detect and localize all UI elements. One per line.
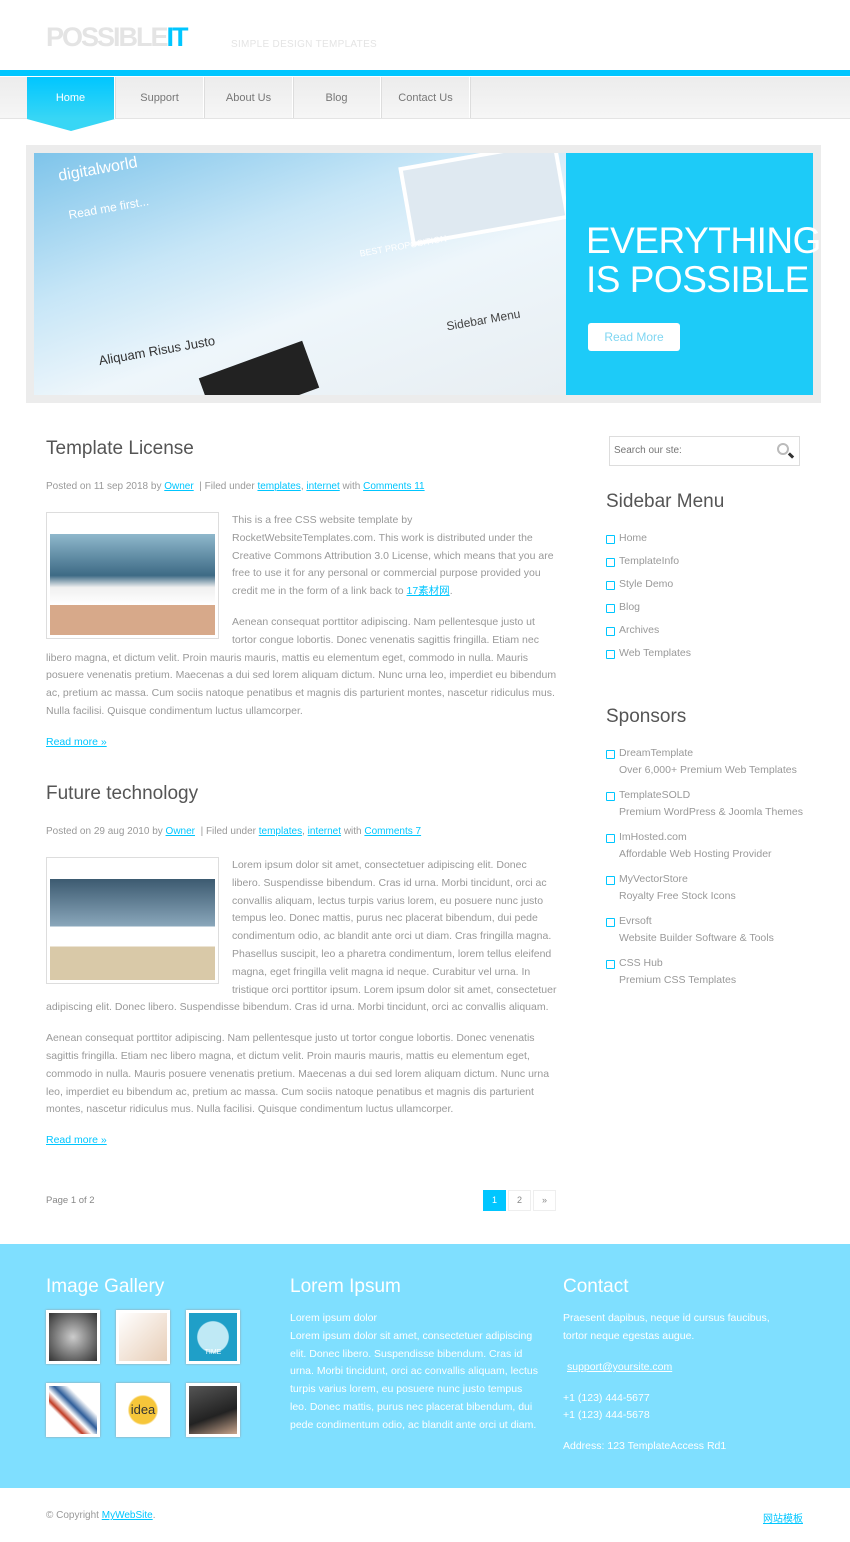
hero-read-more-button[interactable]: Read More — [588, 323, 680, 351]
post-meta: Posted on 29 aug 2010 by Owner | Filed u… — [46, 826, 422, 837]
gallery-title: Image Gallery — [46, 1276, 165, 1297]
sponsor-item[interactable]: ImHosted.com Affordable Web Hosting Provi… — [606, 831, 803, 860]
nav-support[interactable]: Support — [116, 77, 204, 118]
phone-1: +1 (123) 444-5677 — [563, 1392, 650, 1404]
comments-link[interactable]: Comments 7 — [364, 826, 421, 837]
sponsor-item[interactable]: CSS Hub Premium CSS Templates — [606, 957, 803, 986]
post-body: This is a free CSS website template by R… — [46, 512, 557, 717]
sponsors-title: Sponsors — [606, 706, 687, 727]
nav-contact-us[interactable]: Contact Us — [382, 77, 470, 118]
sidebar-item-style-demo[interactable]: Style Demo — [606, 578, 691, 590]
copyright: © Copyright MyWebSite. — [46, 1510, 156, 1521]
sponsor-item[interactable]: DreamTemplate Over 6,000+ Premium Web Tem… — [606, 747, 803, 776]
read-more-link[interactable]: Read more » — [46, 736, 107, 748]
post-thumbnail[interactable] — [46, 512, 219, 639]
sponsor-item[interactable]: Evrsoft Website Builder Software & Tools — [606, 915, 803, 944]
read-more-link[interactable]: Read more » — [46, 1134, 107, 1146]
sidebar-item-blog[interactable]: Blog — [606, 601, 691, 613]
footer: Image Gallery TIME idea Lorem Ipsum Lore… — [0, 1244, 850, 1488]
contact-title: Contact — [563, 1276, 629, 1297]
hero-banner: digitalworld Read me first... BEST PROPO… — [26, 145, 821, 403]
category-link[interactable]: templates — [257, 481, 300, 492]
tagline: SIMPLE DESIGN TEMPLATES — [231, 39, 378, 50]
templates-link[interactable]: 网站模板 — [763, 1510, 803, 1525]
hero-panel: EVERYTHING IS POSSIBLE Read More — [566, 153, 821, 395]
gallery-image[interactable]: TIME — [186, 1310, 240, 1364]
sidebar-item-home[interactable]: Home — [606, 532, 691, 544]
sponsor-item[interactable]: MyVectorStore Royalty Free Stock Icons — [606, 873, 803, 902]
gallery-image[interactable] — [116, 1310, 170, 1364]
search-box — [609, 436, 800, 466]
header-accent-bar — [0, 70, 850, 76]
site-link[interactable]: MyWebSite — [102, 1510, 153, 1521]
hero-title: EVERYTHING IS POSSIBLE — [586, 220, 821, 300]
sidebar-item-templateinfo[interactable]: TemplateInfo — [606, 555, 691, 567]
gallery-image[interactable] — [46, 1383, 100, 1437]
sidebar-item-archives[interactable]: Archives — [606, 624, 691, 636]
email-link[interactable]: support@yoursite.com — [567, 1359, 672, 1377]
comments-link[interactable]: Comments 11 — [363, 481, 425, 492]
post-meta: Posted on 11 sep 2018 by Owner | Filed u… — [46, 481, 425, 492]
page-info: Page 1 of 2 — [46, 1195, 95, 1206]
sidebar-menu: Home TemplateInfo Style Demo Blog Archiv… — [606, 532, 691, 659]
sidebar-item-web-templates[interactable]: Web Templates — [606, 647, 691, 659]
logo[interactable]: POSSIBLEIT — [46, 22, 189, 53]
search-input[interactable] — [614, 445, 764, 456]
lorem-title: Lorem Ipsum — [290, 1276, 401, 1297]
monitor-graphic — [398, 153, 566, 247]
post-title[interactable]: Template License — [46, 438, 194, 460]
sponsors-list: DreamTemplate Over 6,000+ Premium Web Tem… — [606, 747, 803, 986]
gallery-image[interactable]: idea — [116, 1383, 170, 1437]
lorem-text: Lorem ipsum dolor Lorem ipsum dolor sit a… — [290, 1312, 539, 1431]
hero-image: digitalworld Read me first... BEST PROPO… — [34, 153, 566, 395]
gallery-image[interactable] — [186, 1383, 240, 1437]
category-link[interactable]: internet — [306, 481, 339, 492]
sidebar-menu-title: Sidebar Menu — [606, 491, 725, 512]
contact-text: Praesent dapibus, neque id cursus faucib… — [563, 1312, 770, 1342]
category-link[interactable]: templates — [259, 826, 302, 837]
gallery-image[interactable] — [46, 1310, 100, 1364]
page-2-button[interactable]: 2 — [508, 1190, 531, 1211]
phone-2: +1 (123) 444-5678 — [563, 1409, 650, 1421]
nav-blog[interactable]: Blog — [293, 77, 381, 118]
credit-link[interactable]: 17素材网 — [407, 585, 450, 597]
main-nav: Home Support About Us Blog Contact Us — [0, 77, 850, 131]
author-link[interactable]: Owner — [164, 481, 193, 492]
device-graphic — [198, 340, 320, 395]
page-1-button[interactable]: 1 — [483, 1190, 506, 1211]
next-page-button[interactable]: » — [533, 1190, 556, 1211]
post-body: Lorem ipsum dolor sit amet, consectetuer… — [46, 857, 557, 1116]
nav-about-us[interactable]: About Us — [205, 77, 293, 118]
address: Address: 123 TemplateAccess Rd1 — [563, 1440, 727, 1452]
post-title[interactable]: Future technology — [46, 783, 198, 805]
sponsor-item[interactable]: TemplateSOLD Premium WordPress & Joomla T… — [606, 789, 803, 818]
nav-home[interactable]: Home — [27, 77, 115, 131]
author-link[interactable]: Owner — [166, 826, 195, 837]
post-thumbnail[interactable] — [46, 857, 219, 984]
search-icon[interactable] — [777, 443, 789, 455]
bottom-bar: © Copyright MyWebSite. 网站模板 — [0, 1488, 850, 1542]
category-link[interactable]: internet — [308, 826, 341, 837]
